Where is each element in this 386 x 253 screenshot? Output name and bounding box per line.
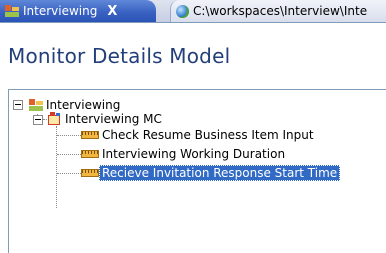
globe-icon [176, 4, 189, 18]
close-icon[interactable]: X [107, 4, 117, 19]
metric-icon [81, 131, 99, 139]
tab-label: Interviewing [23, 4, 98, 18]
monitor-model-icon [29, 99, 43, 111]
metric-icon [81, 169, 99, 177]
metric-icon [81, 150, 99, 158]
tree-item-label: Recieve Invitation Response Start Time [99, 165, 341, 181]
collapse-toggle[interactable] [33, 115, 43, 125]
tab-label: C:\workspaces\Interview\Inte [193, 4, 368, 18]
tree-line [56, 126, 58, 208]
tree-line [57, 173, 81, 175]
tab-interviewing[interactable]: Interviewing X [0, 0, 156, 22]
tree-item-label: Interviewing MC [65, 112, 162, 126]
tree-line [57, 135, 81, 137]
tree-item-label: Interviewing Working Duration [102, 147, 286, 161]
monitor-model-icon [5, 5, 19, 17]
tree-line [57, 154, 81, 156]
collapse-toggle[interactable] [13, 100, 23, 110]
page-title: Monitor Details Model [8, 44, 231, 68]
tree-item-working-duration[interactable]: Interviewing Working Duration [81, 145, 288, 163]
editor-tab-strip: Interviewing X C:\workspaces\Interview\I… [0, 0, 386, 23]
monitoring-context-icon [47, 112, 62, 126]
tree-item-check-resume[interactable]: Check Resume Business Item Input [81, 126, 317, 144]
tree-item-label: Check Resume Business Item Input [102, 128, 314, 142]
tree-panel: Interviewing Interviewing MC Check Resum… [8, 89, 386, 253]
tab-file-path[interactable]: C:\workspaces\Interview\Inte [170, 0, 386, 22]
tree-item-recieve-invitation[interactable]: Recieve Invitation Response Start Time [81, 164, 341, 182]
